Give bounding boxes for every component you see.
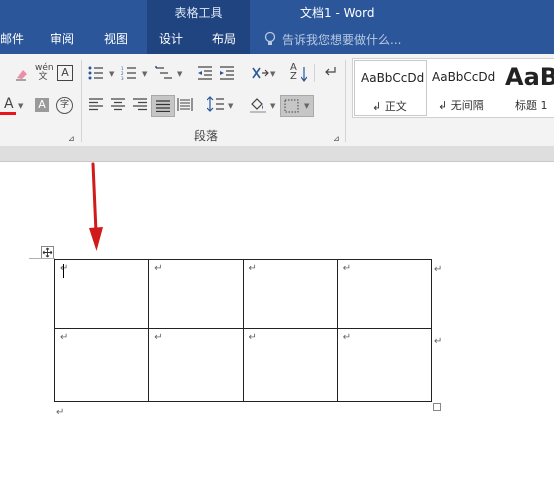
table-cell[interactable]: ↵ [53,259,150,329]
bullets-dropdown-icon[interactable]: ▼ [109,70,114,78]
tab-design[interactable]: 设计 [159,30,183,47]
group-separator [81,60,82,142]
multilevel-dropdown-icon[interactable]: ▼ [177,70,182,78]
paragraph-group-label: 段落 [194,129,219,143]
cell-end-mark: ↵ [248,263,257,274]
ruler-strip [0,146,554,162]
chinese-layout-dropdown-icon[interactable]: ▼ [270,70,275,78]
lightbulb-icon [264,31,276,50]
table-row: ↵ ↵ ↵ ↵ [53,259,433,329]
cell-end-mark: ↵ [154,332,163,343]
table-cell[interactable]: ↵ [148,259,244,329]
cell-end-mark: ↵ [60,332,69,343]
text-cursor [63,264,64,278]
tab-mailings[interactable]: 邮件 [0,30,24,47]
clear-formatting-icon[interactable] [14,66,30,82]
table-cell[interactable]: ↵ [336,259,433,329]
separator [314,64,315,82]
cell-end-mark: ↵ [60,263,69,274]
chevron-down-icon[interactable]: ▼ [18,102,23,110]
table-row: ↵ ↵ ↵ ↵ [53,328,433,402]
paragraph-mark: ↵ [56,407,65,418]
distributed-icon[interactable] [177,97,193,112]
paragraph-dialog-launcher-icon[interactable]: ⊿ [333,132,340,146]
row-end-mark: ↵ [434,336,443,347]
style-heading-1-name: 标题 1 [515,99,548,112]
numbering-icon[interactable]: 123 [121,66,137,80]
table-cell[interactable]: ↵ [53,328,150,402]
shading-icon[interactable] [249,96,267,114]
justify-icon [156,100,170,112]
borders-dropdown-icon[interactable]: ▼ [304,102,309,110]
character-shading-button[interactable]: A [35,98,49,112]
word-table: ↵ ↵ ↵ ↵ ↵ ↵ ↵ ↵ [53,259,433,402]
table-cell[interactable]: ↵ [242,328,338,402]
align-right-icon[interactable] [132,98,148,111]
multilevel-list-icon[interactable] [155,66,173,80]
borders-icon [284,99,299,113]
cell-end-mark: ↵ [342,332,352,343]
table-resize-handle[interactable] [433,403,441,411]
tab-view[interactable]: 视图 [104,30,128,47]
style-no-spacing[interactable]: AaBbCcDd ↲ 无间隔 [428,60,498,114]
tab-layout[interactable]: 布局 [212,30,236,47]
table-guide-line [29,258,55,259]
table-cell[interactable]: ↵ [336,328,433,402]
document-title: 文档1 - Word [300,6,375,20]
tab-review[interactable]: 审阅 [50,30,74,47]
style-no-spacing-sample: AaBbCcDd [432,70,496,84]
justify-button[interactable] [151,95,175,117]
font-color-button[interactable]: A [4,97,14,111]
font-dialog-launcher-icon[interactable]: ⊿ [68,132,75,146]
align-left-icon[interactable] [88,98,104,111]
svg-text:3: 3 [121,76,124,80]
character-border-button[interactable]: A [57,65,73,81]
title-bar [0,0,554,54]
cell-end-mark: ↵ [154,263,163,274]
enclose-characters-button[interactable]: 字 [56,97,73,114]
row-end-mark: ↵ [434,264,443,275]
increase-indent-icon[interactable] [219,66,235,80]
line-spacing-dropdown-icon[interactable]: ▼ [228,102,233,110]
table-tools-label: 表格工具 [174,6,223,20]
annotation-arrow-icon [89,162,103,251]
phonetic-guide-button[interactable]: wén 文 [35,64,54,82]
decrease-indent-icon[interactable] [197,66,213,80]
table-cell[interactable]: ↵ [242,259,338,329]
style-normal[interactable]: AaBbCcDd ↲ 正文 [354,60,427,116]
cell-end-mark: ↵ [248,332,257,343]
style-normal-sample: AaBbCcDd [361,71,425,85]
table-cell[interactable]: ↵ [148,328,244,402]
font-color-swatch [0,112,16,115]
sort-arrow-icon [301,66,307,82]
phonetic-guide-bottom: 文 [38,72,48,82]
style-no-spacing-name: ↲ 无间隔 [438,99,484,112]
style-heading-1-sample: AaB [505,63,554,91]
numbering-dropdown-icon[interactable]: ▼ [142,70,147,78]
chinese-layout-icon[interactable] [251,66,269,80]
style-heading-1[interactable]: AaB 标题 1 [501,60,554,114]
tell-me-box[interactable]: 告诉我您想要做什么... [282,31,401,48]
line-spacing-icon[interactable] [207,96,225,112]
cell-end-mark: ↵ [342,263,352,274]
move-arrows-icon [42,247,53,258]
shading-dropdown-icon[interactable]: ▼ [270,102,275,110]
align-center-icon[interactable] [110,98,126,111]
style-normal-name: ↲ 正文 [372,100,407,113]
bullets-icon[interactable] [88,66,104,80]
group-separator [345,60,346,142]
show-hide-marks-icon[interactable] [323,66,337,82]
